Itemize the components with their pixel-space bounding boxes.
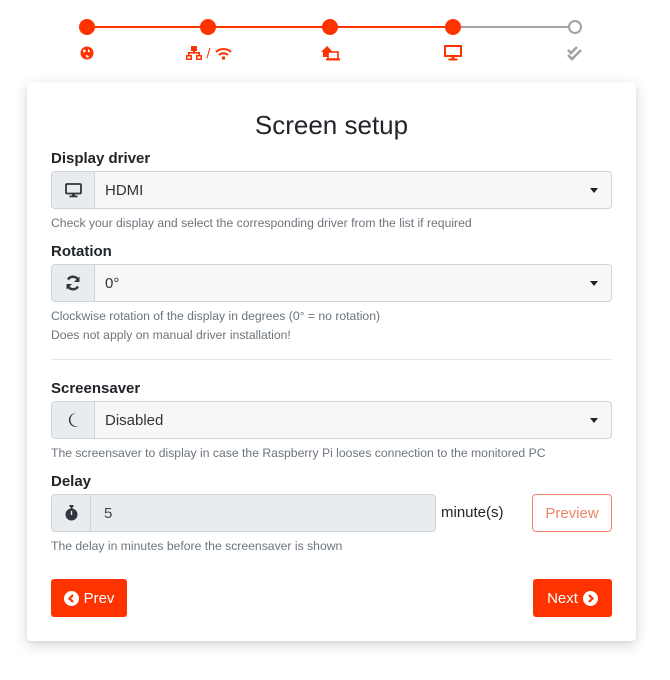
stepper-track-completed bbox=[87, 26, 453, 28]
page-title: Screen setup bbox=[254, 110, 409, 140]
caret-down-icon bbox=[577, 172, 611, 208]
screensaver-help: The screensaver to display in case the R… bbox=[51, 446, 546, 460]
screensaver-label: Screensaver bbox=[51, 380, 141, 397]
network-icon bbox=[185, 46, 202, 60]
stepper-track-remaining bbox=[453, 26, 575, 28]
house-laptop-icon bbox=[320, 44, 342, 62]
network-wifi-icons: / bbox=[180, 44, 238, 62]
step-dot-1[interactable] bbox=[79, 19, 95, 35]
screensaver-select[interactable]: Disabled bbox=[51, 401, 612, 439]
delay-help: The delay in minutes before the screensa… bbox=[51, 539, 343, 553]
preview-button[interactable]: Preview bbox=[532, 494, 612, 532]
prev-button[interactable]: Prev bbox=[51, 579, 127, 617]
step-dot-2[interactable] bbox=[200, 19, 216, 35]
rotation-help-line-1: Clockwise rotation of the display in deg… bbox=[51, 309, 381, 323]
step-separator: / bbox=[206, 45, 211, 61]
moon-icon bbox=[52, 402, 95, 438]
caret-down-icon bbox=[577, 402, 611, 438]
sync-icon bbox=[52, 265, 95, 301]
display-driver-select[interactable]: HDMI bbox=[51, 171, 612, 209]
setup-card: Screen setup Display driver HDMI Check y… bbox=[27, 82, 636, 641]
check-double-icon bbox=[566, 44, 584, 62]
step-dot-5 bbox=[568, 20, 582, 34]
next-label: Next bbox=[547, 589, 578, 607]
delay-unit: minute(s) bbox=[441, 504, 504, 521]
delay-input-group: 5 bbox=[51, 494, 436, 532]
screensaver-value: Disabled bbox=[105, 411, 164, 429]
desktop-icon bbox=[52, 172, 95, 208]
caret-down-icon bbox=[577, 265, 611, 301]
next-button[interactable]: Next bbox=[533, 579, 612, 617]
wifi-icon bbox=[215, 47, 233, 60]
globe-icon bbox=[79, 44, 95, 62]
delay-label: Delay bbox=[51, 473, 92, 490]
rotation-label: Rotation bbox=[51, 243, 112, 260]
rotation-select[interactable]: 0° bbox=[51, 264, 612, 302]
step-dot-3[interactable] bbox=[322, 19, 338, 35]
step-dot-4[interactable] bbox=[445, 19, 461, 35]
rotation-help-line-2: Does not apply on manual driver installa… bbox=[51, 328, 291, 342]
desktop-icon bbox=[444, 44, 462, 62]
section-divider bbox=[51, 359, 612, 360]
stopwatch-icon bbox=[52, 495, 91, 531]
rotation-value: 0° bbox=[105, 274, 120, 292]
chevron-circle-right-icon bbox=[582, 590, 598, 606]
prev-label: Prev bbox=[83, 589, 115, 607]
display-driver-label: Display driver bbox=[51, 150, 151, 167]
wizard-stepper: / bbox=[0, 0, 670, 70]
delay-input[interactable]: 5 bbox=[91, 495, 435, 531]
chevron-circle-left-icon bbox=[63, 590, 79, 606]
display-driver-help: Check your display and select the corres… bbox=[51, 216, 472, 230]
display-driver-value: HDMI bbox=[105, 181, 144, 199]
